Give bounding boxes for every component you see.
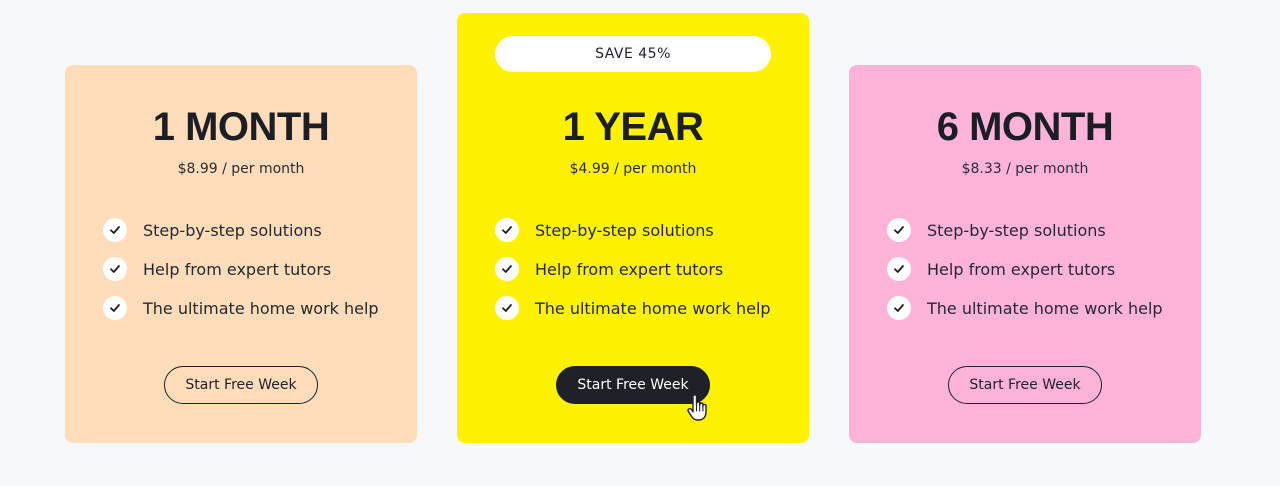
feature-item: Help from expert tutors: [887, 257, 1163, 281]
plan-card-1-month: 1 MONTH $8.99 / per month Step-by-step s…: [65, 65, 417, 443]
plan-price: $8.99 / per month: [177, 161, 305, 177]
feature-item: The ultimate home work help: [103, 296, 379, 320]
feature-item: Step-by-step solutions: [495, 218, 771, 242]
feature-label: Step-by-step solutions: [143, 220, 322, 240]
feature-label: Help from expert tutors: [535, 259, 724, 279]
start-free-week-button[interactable]: Start Free Week: [948, 366, 1102, 404]
feature-label: Help from expert tutors: [927, 259, 1116, 279]
plan-price: $8.33 / per month: [961, 161, 1089, 177]
check-icon: [887, 296, 911, 320]
feature-label: The ultimate home work help: [143, 298, 379, 318]
plan-card-1-year: SAVE 45% 1 YEAR $4.99 / per month Step-b…: [457, 13, 809, 443]
feature-label: Help from expert tutors: [143, 259, 332, 279]
save-badge: SAVE 45%: [495, 36, 771, 72]
feature-item: The ultimate home work help: [495, 296, 771, 320]
feature-label: Step-by-step solutions: [535, 220, 714, 240]
feature-label: Step-by-step solutions: [927, 220, 1106, 240]
plan-title: 6 MONTH: [936, 105, 1114, 149]
feature-item: Help from expert tutors: [103, 257, 379, 281]
feature-item: Step-by-step solutions: [887, 218, 1163, 242]
check-icon: [887, 218, 911, 242]
check-icon: [495, 257, 519, 281]
plan-price: $4.99 / per month: [569, 161, 697, 177]
feature-item: Step-by-step solutions: [103, 218, 379, 242]
feature-list: Step-by-step solutions Help from expert …: [103, 218, 379, 335]
plan-card-6-month: 6 MONTH $8.33 / per month Step-by-step s…: [849, 65, 1201, 443]
feature-list: Step-by-step solutions Help from expert …: [887, 218, 1163, 335]
feature-list: Step-by-step solutions Help from expert …: [495, 218, 771, 335]
plan-title: 1 MONTH: [152, 105, 330, 149]
check-icon: [887, 257, 911, 281]
check-icon: [495, 296, 519, 320]
check-icon: [495, 218, 519, 242]
feature-item: Help from expert tutors: [495, 257, 771, 281]
feature-label: The ultimate home work help: [535, 298, 771, 318]
hand-pointer-icon: [686, 394, 710, 422]
feature-label: The ultimate home work help: [927, 298, 1163, 318]
check-icon: [103, 218, 127, 242]
plan-title: 1 YEAR: [562, 105, 704, 149]
check-icon: [103, 296, 127, 320]
check-icon: [103, 257, 127, 281]
feature-item: The ultimate home work help: [887, 296, 1163, 320]
start-free-week-button[interactable]: Start Free Week: [164, 366, 318, 404]
